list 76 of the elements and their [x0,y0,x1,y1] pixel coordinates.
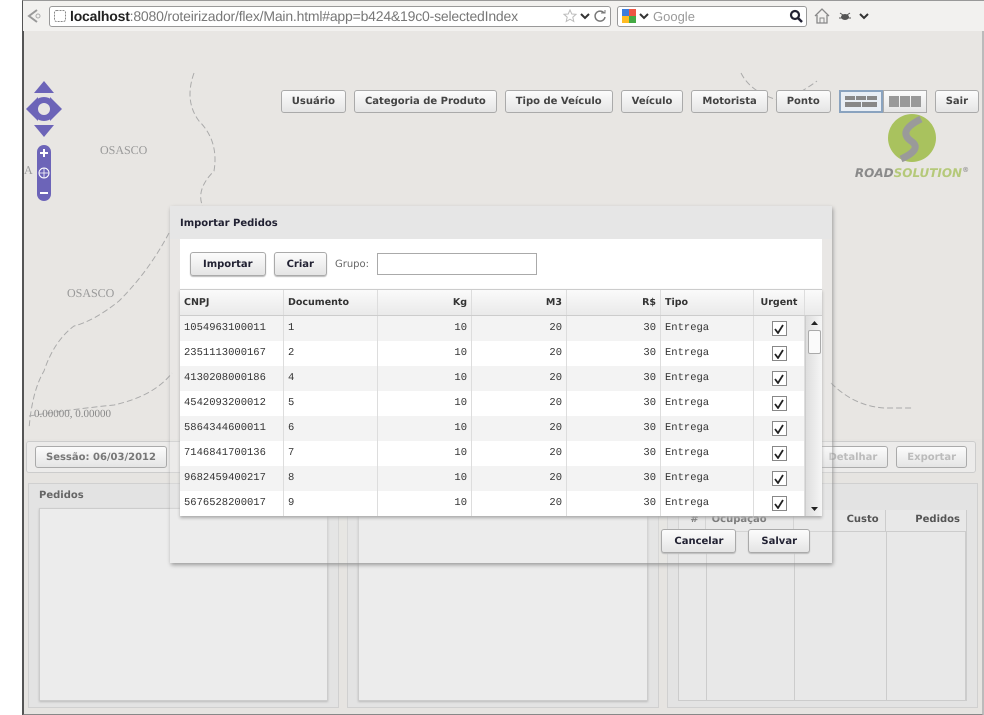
field-label: Grupo: [334,258,369,270]
menu-button[interactable]: Ponto [776,90,831,113]
checkbox[interactable] [772,471,786,486]
column-header[interactable]: Kg [378,290,472,315]
checkbox[interactable] [772,346,786,361]
panel-title: Pedidos [39,490,84,503]
check-icon [774,448,784,458]
check-icon [774,324,784,334]
checkbox[interactable] [772,321,786,336]
exit-button[interactable]: Sair [934,90,979,113]
scroll-thumb[interactable] [808,330,820,354]
checkbox[interactable] [772,421,786,436]
column-header[interactable]: Pedidos [886,510,967,532]
rows-layout-icon [844,96,877,107]
column-header[interactable]: Urgent [754,290,805,315]
checkbox[interactable] [772,396,786,411]
table-cell: 5676528200017 [180,491,284,516]
column-header[interactable]: CNPJ [180,290,284,315]
group-input-field[interactable] [377,253,537,275]
check-icon [774,398,784,408]
url-text: localhost:8080/roteirizador/flex/Main.html#app=b424&19c0-selectedIndex [70,8,518,24]
check-icon [774,348,784,358]
layout-toggle-button[interactable] [882,90,927,113]
map-coordinates: 0.00000, 0.00000 [34,408,111,420]
import-button[interactable]: Importar [190,252,266,276]
zoom-control-icon[interactable] [36,145,52,201]
column-header[interactable]: R$ [567,290,661,315]
scrollbar[interactable] [805,316,822,516]
reload-icon[interactable] [593,9,607,23]
cancel-button[interactable]: Cancelar [661,529,736,553]
column-header[interactable]: M3 [472,290,567,315]
layout-toggle-button[interactable] [838,90,883,113]
pan-control-icon[interactable] [26,81,62,137]
session-button[interactable]: Sessão: 06/03/2012 [35,446,167,468]
table-cell: 10 [378,491,472,516]
map-place-label: OSASCO [100,143,148,158]
create-button[interactable]: Criar [274,252,327,276]
table-cell: 30 [567,491,661,516]
check-icon [774,424,784,434]
scroll-down-icon [810,506,818,512]
columns-layout-icon [888,96,921,107]
check-icon [774,474,784,484]
checkbox[interactable] [772,371,786,386]
table-cell: Entrega [661,491,754,516]
orders-table[interactable] [180,289,822,516]
map-place-label: OSASCO [67,286,114,301]
map-place-label: A [24,163,33,178]
home-icon[interactable] [813,7,831,25]
menu-button[interactable]: Motorista [691,90,768,113]
dropdown-caret-icon[interactable] [859,11,869,21]
dropdown-caret-icon[interactable] [639,11,649,21]
bookmark-star-icon[interactable] [563,9,577,23]
save-button[interactable]: Salvar [748,529,810,553]
menu-button[interactable]: Categoria de Produto [354,90,497,113]
dropdown-caret-icon[interactable] [580,11,590,21]
page-icon [53,9,67,23]
address-field[interactable]: localhost:8080/roteirizador/flex/Main.html#app=b424&19c0-selectedIndex [49,6,611,26]
menu-button[interactable]: Veículo [620,90,684,113]
column-header[interactable]: Documento [284,290,378,315]
menu-button[interactable]: Usuário [280,90,346,113]
check-icon [774,498,784,508]
check-icon [774,374,784,384]
checkbox[interactable] [772,496,786,511]
dialog-title: Importar Pedidos [170,206,832,239]
search-box[interactable]: Google [617,6,807,26]
menu-button[interactable]: Tipo de Veículo [504,90,613,113]
table-cell: 20 [472,491,567,516]
search-field[interactable]: Google [651,8,787,24]
search-engine-icon [621,8,637,24]
search-icon[interactable] [789,9,803,23]
table-cell: 9 [284,491,378,516]
logo-swoosh-icon [887,113,937,163]
checkbox[interactable] [772,446,786,461]
column-header[interactable]: Tipo [661,290,754,315]
brand-logo-text: ROADSOLUTION$^{®}$ [854,166,970,180]
scroll-up-icon [810,320,818,326]
